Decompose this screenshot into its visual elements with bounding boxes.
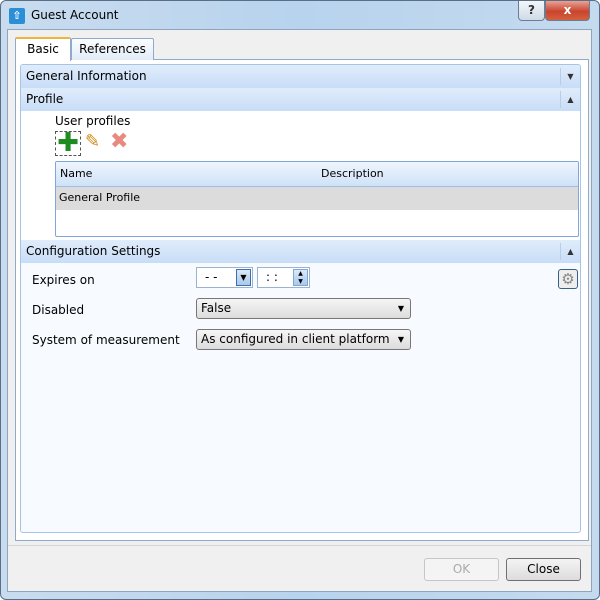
measurement-select[interactable]: As configured in client platform ▼	[196, 329, 411, 350]
gear-icon[interactable]: ⚙	[558, 269, 578, 289]
footer-divider	[8, 545, 591, 546]
help-button[interactable]: ?	[518, 1, 545, 21]
date-picker[interactable]: - - ▼	[196, 267, 253, 288]
chevron-up-icon[interactable]: ▲	[560, 91, 580, 108]
calendar-dropdown-icon[interactable]: ▼	[236, 269, 251, 286]
section-title: Profile	[26, 92, 64, 106]
expires-on-label: Expires on	[32, 273, 95, 287]
section-general-information[interactable]: General Information ▼	[21, 65, 580, 88]
chevron-up-icon[interactable]: ▲	[560, 243, 580, 260]
chevron-down-icon: ▼	[397, 335, 404, 344]
chevron-down-icon[interactable]: ▼	[560, 68, 580, 85]
chevron-down-icon: ▼	[397, 304, 404, 313]
delete-icon[interactable]: ✖	[110, 129, 128, 154]
disabled-label: Disabled	[32, 303, 85, 317]
column-name[interactable]: Name	[60, 167, 92, 180]
profile-body: User profiles ✚ ✎ ✖ Name Description Gen…	[21, 111, 580, 240]
section-profile[interactable]: Profile ▲	[21, 88, 580, 111]
section-title: General Information	[26, 69, 147, 83]
table-row[interactable]: General Profile	[56, 187, 578, 210]
spin-icon[interactable]: ▲ ▼	[293, 269, 308, 286]
measurement-label: System of measurement	[32, 333, 180, 347]
ok-button[interactable]: OK	[424, 558, 499, 581]
app-icon: ⇧	[9, 8, 25, 24]
column-description[interactable]: Description	[321, 167, 384, 180]
table-header: Name Description	[56, 162, 578, 187]
tab-references[interactable]: References	[71, 38, 154, 60]
window-title: Guest Account	[31, 8, 119, 22]
selected-value: False	[201, 301, 232, 315]
section-configuration-settings[interactable]: Configuration Settings ▲	[21, 240, 580, 263]
section-title: Configuration Settings	[26, 244, 161, 258]
time-picker[interactable]: : : ▲ ▼	[257, 267, 310, 288]
tab-basic[interactable]: Basic	[15, 37, 71, 61]
disabled-select[interactable]: False ▼	[196, 298, 411, 319]
time-value: : :	[266, 270, 278, 284]
edit-icon[interactable]: ✎	[85, 131, 100, 152]
add-icon[interactable]: ✚	[55, 130, 81, 156]
cell-name: General Profile	[59, 191, 141, 204]
close-window-button[interactable]: x	[545, 1, 590, 21]
selected-value: As configured in client platform	[201, 332, 390, 346]
date-value: - -	[205, 270, 218, 284]
profiles-table: Name Description General Profile	[55, 161, 579, 237]
content-panel: General Information ▼ Profile ▲ User pro…	[20, 64, 581, 533]
close-button[interactable]: Close	[506, 558, 581, 581]
user-profiles-label: User profiles	[55, 114, 131, 128]
